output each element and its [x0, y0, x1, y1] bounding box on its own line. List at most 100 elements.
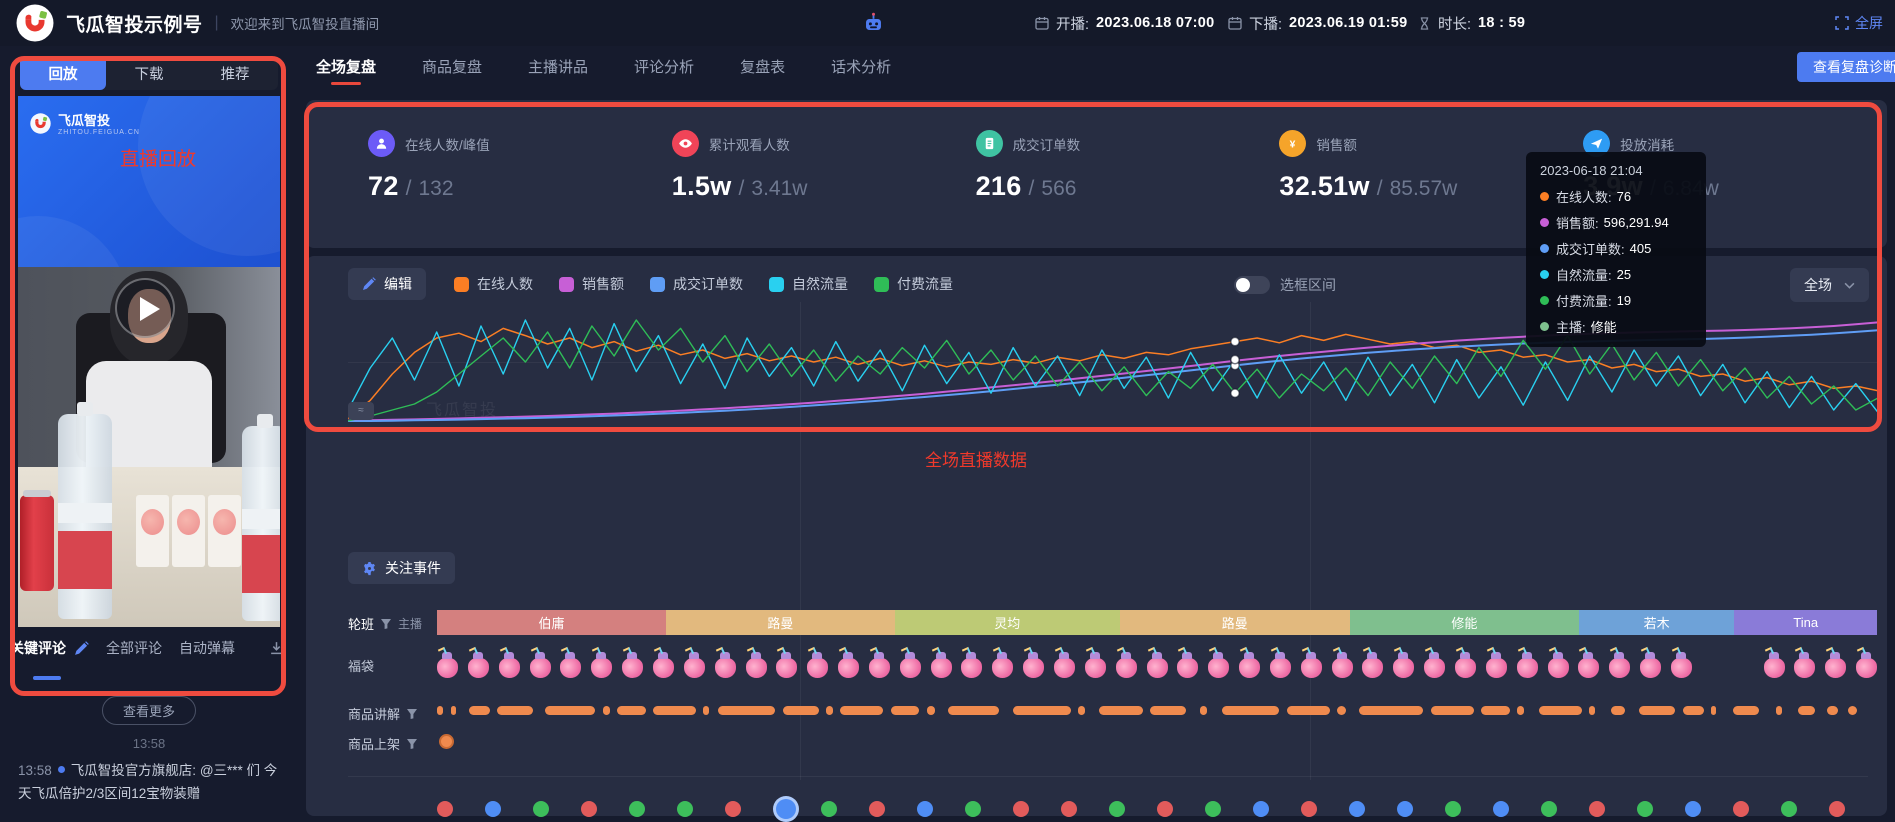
luckybag-icon[interactable]	[1486, 658, 1507, 678]
luckybag-icon[interactable]	[1177, 658, 1198, 678]
legend-item-2[interactable]: 销售额	[559, 274, 624, 294]
explain-segment[interactable]	[1517, 706, 1524, 715]
luckybag-icon[interactable]	[838, 658, 859, 678]
explain-segment[interactable]	[1013, 706, 1071, 715]
luckybag-icon[interactable]	[1239, 658, 1260, 678]
luckybag-track[interactable]	[437, 646, 1877, 680]
event-dot[interactable]	[965, 801, 981, 817]
explain-segment[interactable]	[1287, 706, 1330, 715]
download-comments-icon[interactable]	[269, 641, 284, 656]
view-more-button[interactable]: 查看更多	[102, 696, 196, 725]
event-dot[interactable]	[1349, 801, 1365, 817]
event-dot[interactable]	[725, 801, 741, 817]
legend-item-3[interactable]: 成交订单数	[650, 274, 743, 294]
luckybag-icon[interactable]	[622, 658, 643, 678]
luckybag-icon[interactable]	[1609, 658, 1630, 678]
explain-segment[interactable]	[451, 706, 455, 715]
luckybag-icon[interactable]	[1301, 658, 1322, 678]
roster-segment-路曼[interactable]: 路曼	[666, 610, 895, 635]
explain-segment[interactable]	[1337, 706, 1346, 715]
explain-segment[interactable]	[1589, 706, 1595, 715]
event-dot[interactable]	[677, 801, 693, 817]
luckybag-icon[interactable]	[1054, 658, 1075, 678]
player-tab-推荐[interactable]: 推荐	[192, 56, 278, 90]
luckybag-icon[interactable]	[900, 658, 921, 678]
explain-segment[interactable]	[826, 706, 833, 715]
scope-dropdown[interactable]: 全场	[1790, 268, 1869, 302]
player-tab-回放[interactable]: 回放	[20, 56, 106, 90]
explain-segment[interactable]	[1683, 706, 1705, 715]
roster-segment-路曼[interactable]: 路曼	[1120, 610, 1350, 635]
roster-segment-修能[interactable]: 修能	[1350, 610, 1579, 635]
event-dot[interactable]	[869, 801, 885, 817]
luckybag-icon[interactable]	[746, 658, 767, 678]
legend-item-4[interactable]: 自然流量	[769, 274, 848, 294]
luckybag-icon[interactable]	[1147, 658, 1168, 678]
luckybag-icon[interactable]	[1671, 658, 1692, 678]
luckybag-icon[interactable]	[1578, 658, 1599, 678]
event-dot[interactable]	[773, 796, 799, 822]
explain-segment[interactable]	[718, 706, 776, 715]
explain-segment[interactable]	[617, 706, 646, 715]
event-dot[interactable]	[1445, 801, 1461, 817]
explain-segment[interactable]	[1481, 706, 1510, 715]
tab-3[interactable]: 主播讲品	[528, 46, 588, 86]
luckybag-icon[interactable]	[1023, 658, 1044, 678]
luckybag-icon[interactable]	[1085, 658, 1106, 678]
range-select-toggle[interactable]	[1234, 276, 1270, 294]
explain-segment[interactable]	[1711, 706, 1715, 715]
explain-segment[interactable]	[1539, 706, 1582, 715]
explain-segment[interactable]	[1733, 706, 1759, 715]
legend-item-5[interactable]: 付费流量	[874, 274, 953, 294]
event-dot[interactable]	[1733, 801, 1749, 817]
luckybag-icon[interactable]	[1208, 658, 1229, 678]
event-dot[interactable]	[437, 801, 453, 817]
tab-2[interactable]: 商品复盘	[422, 46, 482, 86]
event-dot[interactable]	[533, 801, 549, 817]
explain-segment[interactable]	[469, 706, 491, 715]
explain-segment[interactable]	[1776, 706, 1782, 715]
explain-segment[interactable]	[1222, 706, 1280, 715]
event-dot[interactable]	[1061, 801, 1077, 817]
event-dot[interactable]	[1781, 801, 1797, 817]
video-player[interactable]: 飞瓜智投 ZHITOU.FEIGUA.CN	[18, 96, 280, 627]
chart-brush-handle[interactable]: ≈	[348, 402, 374, 420]
diagnose-button[interactable]: 查看复盘诊断	[1797, 52, 1895, 82]
luckybag-icon[interactable]	[1270, 658, 1291, 678]
explain-segment[interactable]	[1431, 706, 1474, 715]
explain-segment[interactable]	[1078, 706, 1085, 715]
event-dot[interactable]	[917, 801, 933, 817]
event-dot[interactable]	[1109, 801, 1125, 817]
luckybag-icon[interactable]	[869, 658, 890, 678]
legend-item-1[interactable]: 在线人数	[454, 274, 533, 294]
luckybag-icon[interactable]	[684, 658, 705, 678]
event-dot[interactable]	[1589, 801, 1605, 817]
luckybag-icon[interactable]	[931, 658, 952, 678]
roster-segment-伯庸[interactable]: 伯庸	[437, 610, 666, 635]
luckybag-icon[interactable]	[807, 658, 828, 678]
luckybag-icon[interactable]	[437, 658, 458, 678]
luckybag-icon[interactable]	[1825, 658, 1846, 678]
comment-tab-3[interactable]: 自动弹幕	[179, 638, 235, 658]
explain-segment[interactable]	[653, 706, 696, 715]
comment-tab-2[interactable]: 全部评论	[106, 638, 162, 658]
event-dot[interactable]	[1541, 801, 1557, 817]
explain-segment[interactable]	[1200, 706, 1207, 715]
explain-segment[interactable]	[1359, 706, 1424, 715]
tab-6[interactable]: 话术分析	[831, 46, 891, 86]
explain-segment[interactable]	[1639, 706, 1675, 715]
explain-segment[interactable]	[497, 706, 533, 715]
luckybag-icon[interactable]	[1794, 658, 1815, 678]
explain-segment[interactable]	[1827, 706, 1839, 715]
explain-segment[interactable]	[783, 706, 819, 715]
luckybag-icon[interactable]	[1856, 658, 1877, 678]
explain-segment[interactable]	[927, 706, 936, 715]
tab-4[interactable]: 评论分析	[634, 46, 694, 86]
interaction-dots-track[interactable]	[437, 798, 1895, 816]
event-dot[interactable]	[1685, 801, 1701, 817]
event-dot[interactable]	[1253, 801, 1269, 817]
explain-segment[interactable]	[1150, 706, 1186, 715]
event-dot[interactable]	[485, 801, 501, 817]
event-dot[interactable]	[1205, 801, 1221, 817]
luckybag-icon[interactable]	[530, 658, 551, 678]
